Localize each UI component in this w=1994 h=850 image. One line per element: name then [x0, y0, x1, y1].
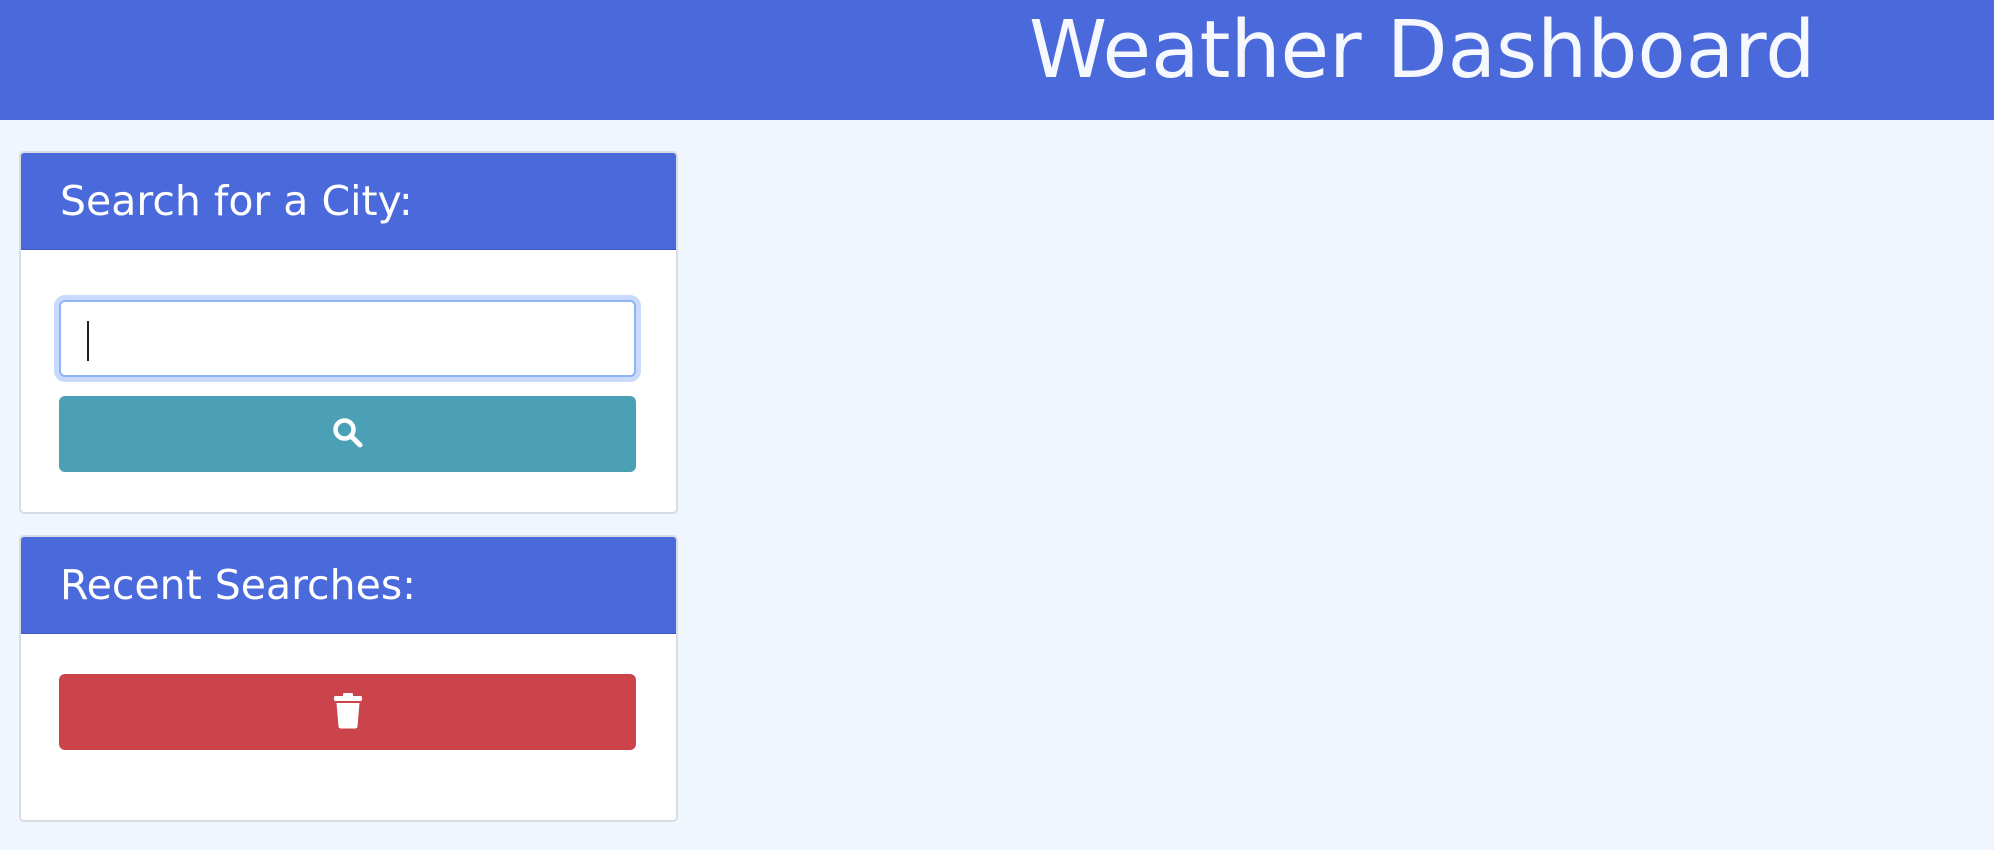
trash-icon: [333, 692, 362, 732]
search-card-header: Search for a City:: [21, 153, 676, 250]
recent-searches-card: Recent Searches:: [19, 535, 678, 822]
search-button[interactable]: [59, 396, 636, 472]
navbar: Weather Dashboard: [0, 0, 1994, 120]
recent-searches-header: Recent Searches:: [21, 537, 676, 634]
clear-history-button[interactable]: [59, 674, 636, 750]
city-search-input[interactable]: [59, 300, 636, 377]
text-caret: [87, 321, 89, 361]
search-card: Search for a City:: [19, 151, 678, 514]
page-title: Weather Dashboard: [1029, 4, 1816, 96]
search-icon: [331, 416, 365, 453]
